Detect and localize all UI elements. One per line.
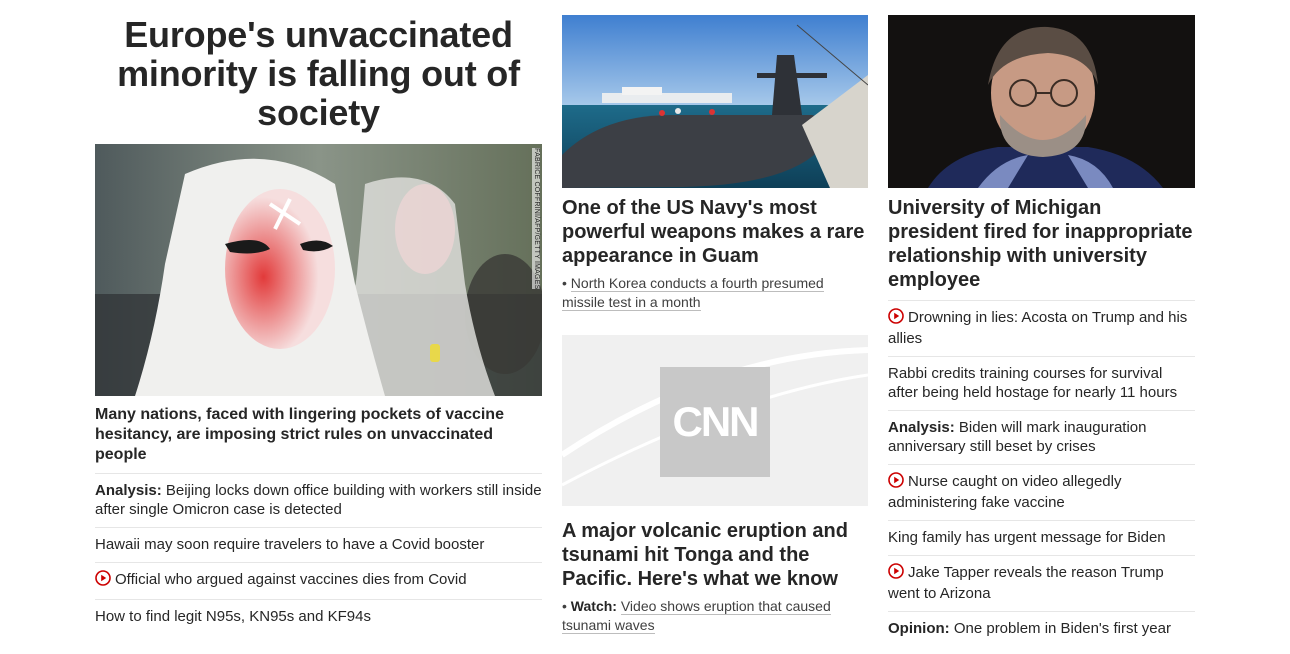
watch-label: Watch: [570, 598, 617, 614]
submarine-image [562, 15, 868, 188]
opinion-label: Opinion: [888, 620, 950, 637]
lead-headline[interactable]: Europe's unvaccinated minority is fallin… [95, 15, 542, 132]
right-column: University of Michigan president fired f… [888, 0, 1195, 646]
related-list: Drowning in lies: Acosta on Trump and hi… [888, 301, 1195, 646]
list-item[interactable]: Official who argued against vaccines die… [95, 563, 542, 600]
protest-masks-image [95, 144, 542, 396]
related-link-text: North Korea conducts a fourth presumed m… [562, 275, 824, 311]
play-circle-icon [888, 472, 904, 493]
list-item[interactable]: Drowning in lies: Acosta on Trump and hi… [888, 301, 1195, 357]
related-link[interactable]: • Watch: Video shows eruption that cause… [562, 597, 868, 635]
related-list: Analysis: Beijing locks down office buil… [95, 474, 542, 634]
analysis-label: Analysis: [888, 419, 955, 436]
bullet: • [562, 598, 567, 614]
story-headline[interactable]: A major volcanic eruption and tsunami hi… [562, 519, 868, 591]
story-headline[interactable]: University of Michigan president fired f… [888, 196, 1195, 301]
lead-story-photo[interactable]: FABRICE COFFRINI/AFP/GETTY IMAGES [95, 144, 542, 396]
middle-column: One of the US Navy's most powerful weapo… [562, 0, 868, 635]
portrait-image [888, 15, 1195, 188]
photo-credit: FABRICE COFFRINI/AFP/GETTY IMAGES [532, 148, 540, 290]
list-item[interactable]: Hawaii may soon require travelers to hav… [95, 528, 542, 563]
list-item[interactable]: Analysis: Biden will mark inauguration a… [888, 411, 1195, 465]
cnn-logo: CNN [660, 367, 770, 477]
list-item-text: Nurse caught on video allegedly administ… [888, 473, 1122, 511]
list-item-text: Jake Tapper reveals the reason Trump wen… [888, 564, 1164, 602]
list-item[interactable]: Rabbi credits training courses for survi… [888, 357, 1195, 411]
analysis-label: Analysis: [95, 482, 162, 499]
list-item-text: One problem in Biden's first year [953, 620, 1171, 637]
list-item-text: Drowning in lies: Acosta on Trump and hi… [888, 309, 1188, 347]
president-photo[interactable] [888, 15, 1195, 188]
submarine-photo[interactable] [562, 15, 868, 188]
cnn-placeholder-photo[interactable]: CNN [562, 335, 868, 506]
play-circle-icon [888, 563, 904, 584]
list-item[interactable]: King family has urgent message for Biden [888, 521, 1195, 556]
bullet: • [562, 275, 567, 291]
list-item-text: Hawaii may soon require travelers to hav… [95, 536, 485, 553]
list-item[interactable]: Opinion: One problem in Biden's first ye… [888, 612, 1195, 646]
cnn-logo-text: CNN [672, 398, 760, 445]
list-item-text: King family has urgent message for Biden [888, 529, 1166, 546]
list-item[interactable]: How to find legit N95s, KN95s and KF94s [95, 600, 542, 634]
play-circle-icon [95, 570, 111, 591]
lead-story-column: Europe's unvaccinated minority is fallin… [95, 0, 542, 634]
play-circle-icon [888, 308, 904, 329]
list-item-text: Rabbi credits training courses for survi… [888, 365, 1178, 401]
related-link[interactable]: • North Korea conducts a fourth presumed… [562, 274, 868, 312]
list-item[interactable]: Analysis: Beijing locks down office buil… [95, 474, 542, 528]
list-item[interactable]: Nurse caught on video allegedly administ… [888, 465, 1195, 521]
list-item-text: Official who argued against vaccines die… [115, 571, 467, 588]
list-item[interactable]: Jake Tapper reveals the reason Trump wen… [888, 556, 1195, 612]
story-headline[interactable]: One of the US Navy's most powerful weapo… [562, 196, 868, 268]
lead-caption[interactable]: Many nations, faced with lingering pocke… [95, 405, 542, 474]
list-item-text: How to find legit N95s, KN95s and KF94s [95, 608, 371, 625]
list-item-text: Beijing locks down office building with … [95, 482, 542, 518]
